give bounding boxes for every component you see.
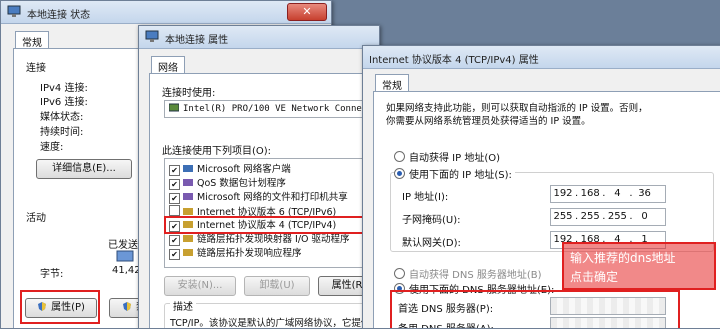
octet: 4 bbox=[614, 188, 621, 199]
properties-window-title: 本地连接 属性 bbox=[165, 35, 229, 46]
close-icon: ✕ bbox=[302, 5, 312, 18]
list-item[interactable]: ✔ Microsoft 网络的文件和打印机共享 bbox=[169, 191, 348, 205]
octet: 255 bbox=[553, 211, 573, 222]
network-icon bbox=[7, 5, 21, 17]
default-gateway-label: 默认网关(D): bbox=[402, 238, 461, 249]
duration-label: 持续时间: bbox=[40, 127, 84, 138]
adapter-name: Intel(R) PRO/100 VE Network Conne bbox=[183, 104, 362, 114]
radio[interactable] bbox=[394, 168, 405, 179]
activity-header: 活动 bbox=[26, 213, 46, 224]
checkbox[interactable]: ✔ bbox=[169, 249, 180, 260]
use-ip-label: 使用下面的 IP 地址(S): bbox=[409, 170, 512, 181]
network-adapter-icon bbox=[169, 103, 179, 112]
details-button[interactable]: 详细信息(E)... bbox=[36, 159, 132, 179]
checkbox[interactable] bbox=[169, 205, 180, 216]
item-label: 链路层拓扑发现响应程序 bbox=[197, 248, 302, 259]
computer-icon bbox=[116, 250, 134, 262]
install-button[interactable]: 安装(N)... bbox=[164, 276, 236, 296]
components-list[interactable]: ✔ Microsoft 网络客户端 ✔ QoS 数据包计划程序 ✔ Microsoft… bbox=[164, 158, 379, 268]
service-icon bbox=[183, 193, 193, 200]
intro-text-line2: 你需要从网络系统管理员处获得适当的 IP 设置。 bbox=[386, 116, 591, 127]
uninstall-button[interactable]: 卸载(U) bbox=[244, 276, 310, 296]
annotation-line1: 输入推荐的dns地址 bbox=[570, 251, 676, 265]
auto-dns-radio[interactable]: 自动获得 DNS 服务器地址(B) bbox=[394, 266, 542, 281]
properties-titlebar[interactable]: 本地连接 属性 bbox=[139, 26, 379, 49]
properties-window: 本地连接 属性 网络 连接时使用: Intel(R) PRO/100 VE Ne… bbox=[138, 25, 380, 329]
speed-label: 速度: bbox=[40, 142, 64, 153]
close-button[interactable]: ✕ bbox=[287, 3, 327, 21]
item-label: Microsoft 网络客户端 bbox=[197, 164, 291, 175]
item-label: 链路层拓扑发现映射器 I/O 驱动程序 bbox=[197, 234, 350, 245]
ip-address-field[interactable]: 192. 168. 4. 36 bbox=[550, 185, 666, 203]
annotation-line2: 点击确定 bbox=[570, 270, 619, 284]
protocol-icon bbox=[183, 249, 193, 256]
item-label: QoS 数据包计划程序 bbox=[197, 178, 286, 189]
bytes-sent-value: 41,42 bbox=[112, 265, 141, 276]
list-item[interactable]: ✔ QoS 数据包计划程序 bbox=[169, 177, 286, 191]
media-state-label: 媒体状态: bbox=[40, 112, 84, 123]
status-titlebar[interactable]: 本地连接 状态 ✕ bbox=[1, 1, 331, 24]
adapter-field[interactable]: Intel(R) PRO/100 VE Network Conne bbox=[164, 100, 379, 118]
client-icon bbox=[183, 165, 193, 172]
connection-header: 连接 bbox=[26, 63, 46, 74]
dns-highlight bbox=[390, 290, 680, 328]
checkbox[interactable]: ✔ bbox=[169, 235, 180, 246]
network-icon bbox=[145, 30, 159, 42]
sent-label: 已发送 bbox=[108, 240, 138, 251]
intro-text-line1: 如果网络支持此功能，则可以获取自动指派的 IP 设置。否则， bbox=[386, 103, 648, 114]
ipv4-window-title: Internet 协议版本 4 (TCP/IPv4) 属性 bbox=[369, 55, 539, 66]
service-icon bbox=[183, 179, 193, 186]
ipv4-titlebar[interactable]: Internet 协议版本 4 (TCP/IPv4) 属性 bbox=[363, 46, 720, 69]
octet: 0 bbox=[641, 211, 648, 222]
shield-icon bbox=[123, 302, 131, 311]
subnet-mask-field[interactable]: 255. 255. 255. 0 bbox=[550, 208, 666, 226]
octet: 255 bbox=[580, 211, 600, 222]
list-item[interactable]: ✔ 链路层拓扑发现映射器 I/O 驱动程序 bbox=[169, 233, 350, 247]
list-item[interactable]: ✔ 链路层拓扑发现响应程序 bbox=[169, 247, 302, 261]
connect-using-label: 连接时使用: bbox=[162, 88, 216, 99]
ip-address-label: IP 地址(I): bbox=[402, 192, 449, 203]
properties-panel: 连接时使用: Intel(R) PRO/100 VE Network Conne… bbox=[149, 73, 379, 328]
ipv4-window: Internet 协议版本 4 (TCP/IPv4) 属性 常规 如果网络支持此… bbox=[362, 45, 720, 329]
auto-ip-radio[interactable]: 自动获得 IP 地址(O) bbox=[394, 149, 500, 164]
use-ip-radio[interactable]: 使用下面的 IP 地址(S): bbox=[394, 166, 515, 181]
ipv4-highlight bbox=[164, 216, 379, 234]
item-label: Microsoft 网络的文件和打印机共享 bbox=[197, 192, 348, 203]
octet: 255 bbox=[607, 211, 627, 222]
radio[interactable] bbox=[394, 268, 405, 279]
radio[interactable] bbox=[394, 151, 405, 162]
ipv4-panel: 如果网络支持此功能，则可以获取自动指派的 IP 设置。否则， 你需要从网络系统管… bbox=[373, 91, 720, 328]
protocol-icon bbox=[183, 235, 193, 242]
status-window-title: 本地连接 状态 bbox=[27, 10, 91, 21]
octet: 168 bbox=[580, 188, 600, 199]
auto-ip-label: 自动获得 IP 地址(O) bbox=[409, 153, 501, 164]
protocol-icon bbox=[183, 208, 193, 215]
list-item[interactable]: ✔ Microsoft 网络客户端 bbox=[169, 163, 291, 177]
auto-dns-label: 自动获得 DNS 服务器地址(B) bbox=[409, 270, 542, 281]
ipv4-connection-label: IPv4 连接: bbox=[40, 83, 88, 94]
octet: 36 bbox=[638, 188, 651, 199]
checkbox[interactable]: ✔ bbox=[169, 165, 180, 176]
octet: 192 bbox=[553, 188, 573, 199]
checkbox[interactable]: ✔ bbox=[169, 193, 180, 204]
properties-highlight bbox=[20, 290, 100, 324]
annotation-callout: 输入推荐的dns地址 点击确定 bbox=[562, 242, 716, 290]
items-label: 此连接使用下列项目(O): bbox=[162, 146, 272, 157]
ipv6-connection-label: IPv6 连接: bbox=[40, 97, 88, 108]
description-header: 描述 bbox=[170, 298, 196, 313]
subnet-mask-label: 子网掩码(U): bbox=[402, 215, 461, 226]
checkbox[interactable]: ✔ bbox=[169, 179, 180, 190]
bytes-label: 字节: bbox=[40, 269, 64, 280]
